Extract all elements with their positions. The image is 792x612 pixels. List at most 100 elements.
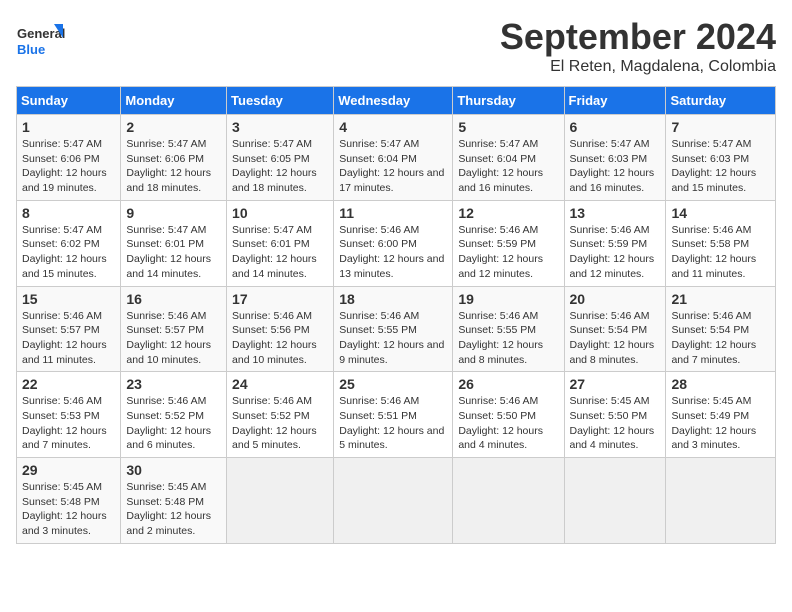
day-number: 13: [570, 205, 661, 221]
day-detail: Sunrise: 5:47 AMSunset: 6:01 PMDaylight:…: [232, 224, 317, 280]
day-cell-2: 2 Sunrise: 5:47 AMSunset: 6:06 PMDayligh…: [121, 115, 227, 201]
day-cell-6: 6 Sunrise: 5:47 AMSunset: 6:03 PMDayligh…: [564, 115, 666, 201]
empty-cell: [453, 458, 564, 544]
day-detail: Sunrise: 5:47 AMSunset: 6:01 PMDaylight:…: [126, 224, 211, 280]
day-cell-19: 19 Sunrise: 5:46 AMSunset: 5:55 PMDaylig…: [453, 286, 564, 372]
day-number: 25: [339, 376, 447, 392]
calendar-week-1: 1 Sunrise: 5:47 AMSunset: 6:06 PMDayligh…: [17, 115, 776, 201]
day-cell-24: 24 Sunrise: 5:46 AMSunset: 5:52 PMDaylig…: [227, 372, 334, 458]
day-detail: Sunrise: 5:46 AMSunset: 5:50 PMDaylight:…: [458, 395, 543, 451]
day-number: 18: [339, 291, 447, 307]
day-detail: Sunrise: 5:46 AMSunset: 5:58 PMDaylight:…: [671, 224, 756, 280]
day-cell-1: 1 Sunrise: 5:47 AMSunset: 6:06 PMDayligh…: [17, 115, 121, 201]
day-cell-8: 8 Sunrise: 5:47 AMSunset: 6:02 PMDayligh…: [17, 200, 121, 286]
location-subtitle: El Reten, Magdalena, Colombia: [500, 58, 776, 76]
day-detail: Sunrise: 5:46 AMSunset: 5:53 PMDaylight:…: [22, 395, 107, 451]
calendar-week-2: 8 Sunrise: 5:47 AMSunset: 6:02 PMDayligh…: [17, 200, 776, 286]
day-detail: Sunrise: 5:46 AMSunset: 5:55 PMDaylight:…: [339, 310, 444, 366]
svg-text:Blue: Blue: [17, 42, 45, 57]
empty-cell: [666, 458, 776, 544]
day-cell-30: 30 Sunrise: 5:45 AMSunset: 5:48 PMDaylig…: [121, 458, 227, 544]
day-cell-5: 5 Sunrise: 5:47 AMSunset: 6:04 PMDayligh…: [453, 115, 564, 201]
day-number: 1: [22, 119, 115, 135]
day-detail: Sunrise: 5:46 AMSunset: 5:59 PMDaylight:…: [570, 224, 655, 280]
day-cell-27: 27 Sunrise: 5:45 AMSunset: 5:50 PMDaylig…: [564, 372, 666, 458]
day-detail: Sunrise: 5:46 AMSunset: 5:55 PMDaylight:…: [458, 310, 543, 366]
day-detail: Sunrise: 5:47 AMSunset: 6:04 PMDaylight:…: [339, 138, 444, 194]
day-cell-23: 23 Sunrise: 5:46 AMSunset: 5:52 PMDaylig…: [121, 372, 227, 458]
day-detail: Sunrise: 5:46 AMSunset: 5:56 PMDaylight:…: [232, 310, 317, 366]
calendar-table: SundayMondayTuesdayWednesdayThursdayFrid…: [16, 86, 776, 544]
calendar-header-row: SundayMondayTuesdayWednesdayThursdayFrid…: [17, 87, 776, 115]
header-day-sunday: Sunday: [17, 87, 121, 115]
empty-cell: [564, 458, 666, 544]
header-day-saturday: Saturday: [666, 87, 776, 115]
day-detail: Sunrise: 5:46 AMSunset: 5:57 PMDaylight:…: [22, 310, 107, 366]
day-detail: Sunrise: 5:47 AMSunset: 6:05 PMDaylight:…: [232, 138, 317, 194]
day-number: 5: [458, 119, 558, 135]
calendar-body: 1 Sunrise: 5:47 AMSunset: 6:06 PMDayligh…: [17, 115, 776, 544]
day-number: 26: [458, 376, 558, 392]
day-number: 22: [22, 376, 115, 392]
day-detail: Sunrise: 5:47 AMSunset: 6:06 PMDaylight:…: [22, 138, 107, 194]
day-number: 12: [458, 205, 558, 221]
day-detail: Sunrise: 5:45 AMSunset: 5:50 PMDaylight:…: [570, 395, 655, 451]
day-number: 11: [339, 205, 447, 221]
day-detail: Sunrise: 5:47 AMSunset: 6:04 PMDaylight:…: [458, 138, 543, 194]
day-detail: Sunrise: 5:46 AMSunset: 5:51 PMDaylight:…: [339, 395, 444, 451]
day-number: 4: [339, 119, 447, 135]
day-cell-7: 7 Sunrise: 5:47 AMSunset: 6:03 PMDayligh…: [666, 115, 776, 201]
day-cell-25: 25 Sunrise: 5:46 AMSunset: 5:51 PMDaylig…: [334, 372, 453, 458]
calendar-week-3: 15 Sunrise: 5:46 AMSunset: 5:57 PMDaylig…: [17, 286, 776, 372]
day-detail: Sunrise: 5:47 AMSunset: 6:03 PMDaylight:…: [671, 138, 756, 194]
day-detail: Sunrise: 5:46 AMSunset: 6:00 PMDaylight:…: [339, 224, 444, 280]
day-number: 17: [232, 291, 328, 307]
day-detail: Sunrise: 5:45 AMSunset: 5:49 PMDaylight:…: [671, 395, 756, 451]
header-day-thursday: Thursday: [453, 87, 564, 115]
header-day-wednesday: Wednesday: [334, 87, 453, 115]
header-day-tuesday: Tuesday: [227, 87, 334, 115]
day-cell-11: 11 Sunrise: 5:46 AMSunset: 6:00 PMDaylig…: [334, 200, 453, 286]
day-detail: Sunrise: 5:46 AMSunset: 5:52 PMDaylight:…: [126, 395, 211, 451]
day-cell-10: 10 Sunrise: 5:47 AMSunset: 6:01 PMDaylig…: [227, 200, 334, 286]
day-number: 20: [570, 291, 661, 307]
logo: General Blue: [16, 16, 66, 66]
day-number: 6: [570, 119, 661, 135]
day-cell-21: 21 Sunrise: 5:46 AMSunset: 5:54 PMDaylig…: [666, 286, 776, 372]
day-number: 2: [126, 119, 221, 135]
day-number: 10: [232, 205, 328, 221]
header: General Blue September 2024 El Reten, Ma…: [16, 16, 776, 76]
header-day-friday: Friday: [564, 87, 666, 115]
day-number: 29: [22, 462, 115, 478]
day-detail: Sunrise: 5:47 AMSunset: 6:02 PMDaylight:…: [22, 224, 107, 280]
header-day-monday: Monday: [121, 87, 227, 115]
day-number: 28: [671, 376, 770, 392]
day-number: 16: [126, 291, 221, 307]
calendar-week-4: 22 Sunrise: 5:46 AMSunset: 5:53 PMDaylig…: [17, 372, 776, 458]
day-detail: Sunrise: 5:46 AMSunset: 5:54 PMDaylight:…: [570, 310, 655, 366]
day-number: 23: [126, 376, 221, 392]
day-cell-22: 22 Sunrise: 5:46 AMSunset: 5:53 PMDaylig…: [17, 372, 121, 458]
day-cell-28: 28 Sunrise: 5:45 AMSunset: 5:49 PMDaylig…: [666, 372, 776, 458]
day-cell-20: 20 Sunrise: 5:46 AMSunset: 5:54 PMDaylig…: [564, 286, 666, 372]
day-number: 3: [232, 119, 328, 135]
logo-svg: General Blue: [16, 16, 66, 66]
day-cell-13: 13 Sunrise: 5:46 AMSunset: 5:59 PMDaylig…: [564, 200, 666, 286]
day-number: 8: [22, 205, 115, 221]
day-detail: Sunrise: 5:46 AMSunset: 5:54 PMDaylight:…: [671, 310, 756, 366]
day-number: 15: [22, 291, 115, 307]
empty-cell: [227, 458, 334, 544]
month-title: September 2024: [500, 16, 776, 58]
day-cell-17: 17 Sunrise: 5:46 AMSunset: 5:56 PMDaylig…: [227, 286, 334, 372]
day-detail: Sunrise: 5:45 AMSunset: 5:48 PMDaylight:…: [126, 481, 211, 537]
day-number: 27: [570, 376, 661, 392]
day-number: 30: [126, 462, 221, 478]
title-section: September 2024 El Reten, Magdalena, Colo…: [500, 16, 776, 76]
day-cell-15: 15 Sunrise: 5:46 AMSunset: 5:57 PMDaylig…: [17, 286, 121, 372]
empty-cell: [334, 458, 453, 544]
day-number: 9: [126, 205, 221, 221]
day-cell-4: 4 Sunrise: 5:47 AMSunset: 6:04 PMDayligh…: [334, 115, 453, 201]
day-detail: Sunrise: 5:46 AMSunset: 5:52 PMDaylight:…: [232, 395, 317, 451]
day-number: 19: [458, 291, 558, 307]
day-detail: Sunrise: 5:46 AMSunset: 5:57 PMDaylight:…: [126, 310, 211, 366]
